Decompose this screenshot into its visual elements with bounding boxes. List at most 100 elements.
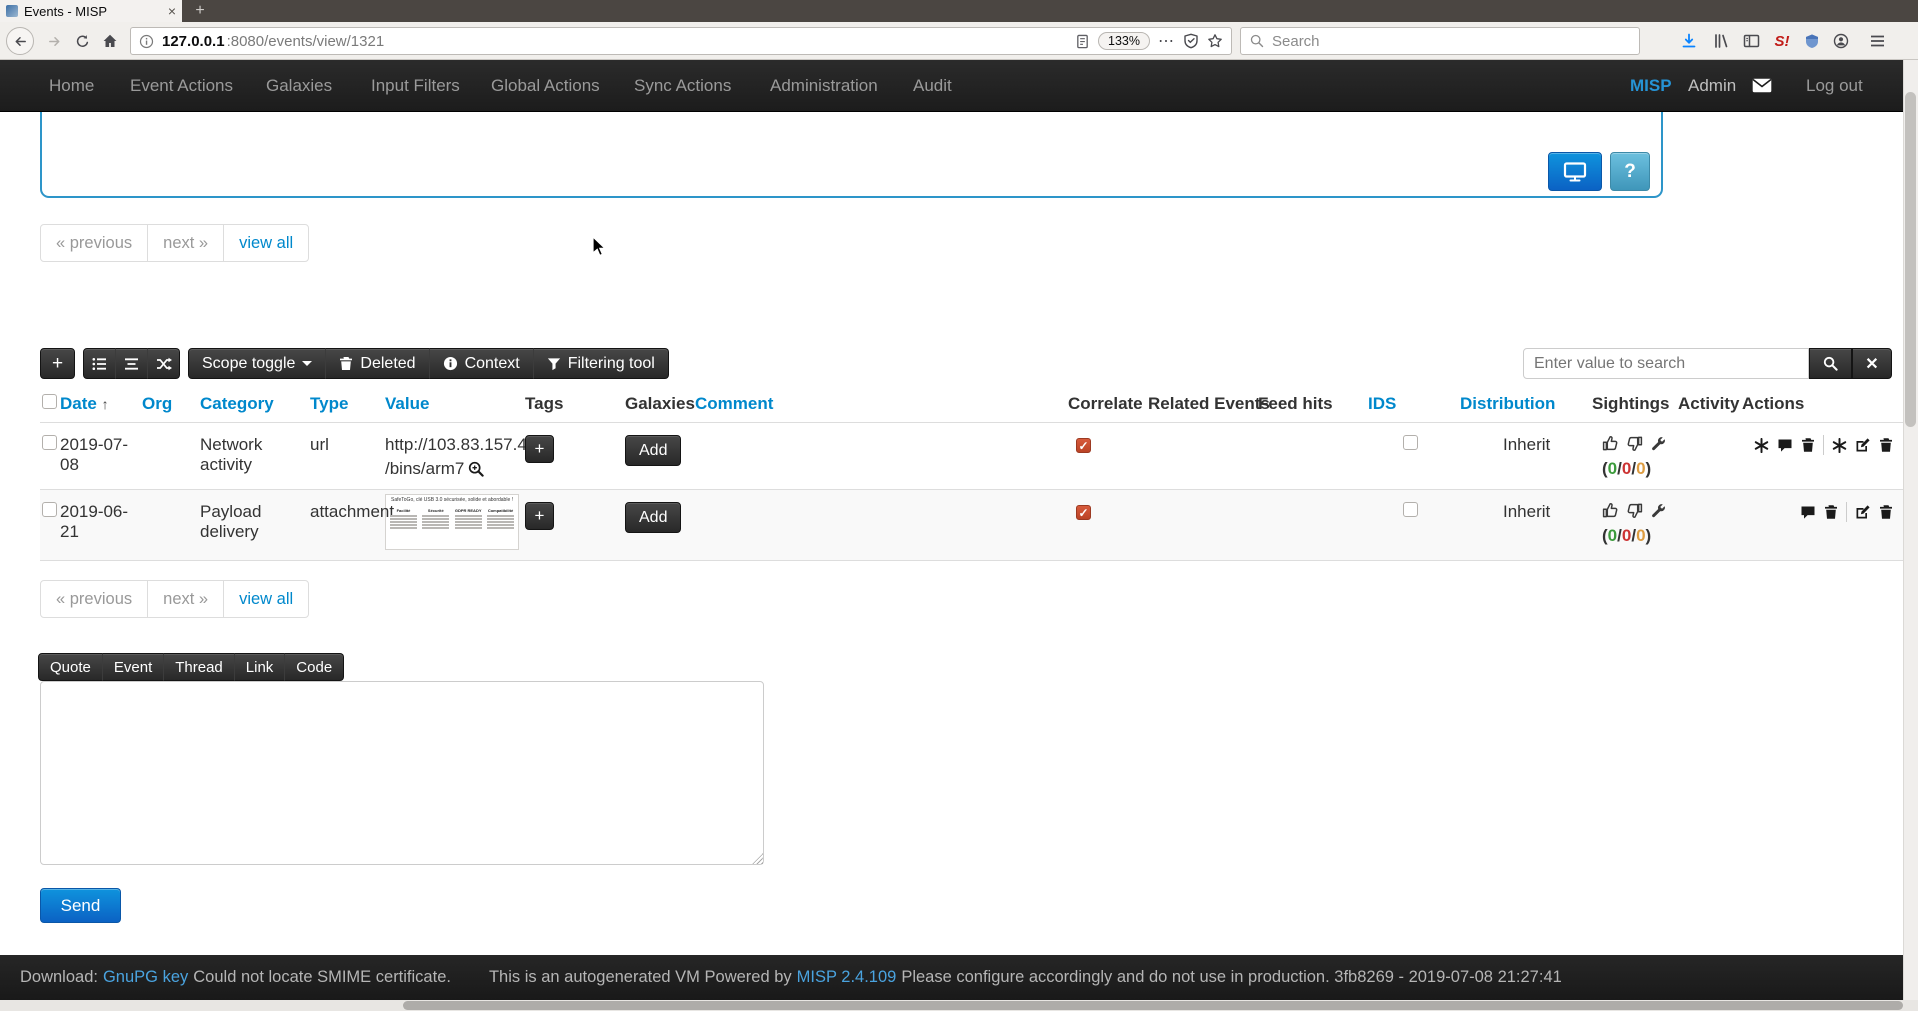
- site-info-icon[interactable]: [139, 34, 154, 49]
- trash-icon[interactable]: [1801, 437, 1815, 453]
- clear-search-button[interactable]: ✕: [1852, 348, 1892, 379]
- deleted-button[interactable]: Deleted: [325, 348, 429, 379]
- tab-close-icon[interactable]: ×: [168, 4, 176, 18]
- enrichment-asterisk-icon[interactable]: [1754, 438, 1769, 453]
- add-tag-button[interactable]: +: [525, 435, 554, 463]
- nav-input-filters[interactable]: Input Filters: [371, 60, 460, 112]
- url-bar[interactable]: 127.0.0.1:8080/events/view/1321 133% ⋯: [130, 27, 1232, 55]
- add-galaxy-button[interactable]: Add: [625, 502, 681, 533]
- account-icon[interactable]: [1830, 30, 1852, 52]
- discussion-icon[interactable]: [1777, 438, 1793, 453]
- nav-administration[interactable]: Administration: [770, 60, 878, 112]
- next-page-button[interactable]: next »: [147, 581, 223, 617]
- trash-icon[interactable]: [1879, 437, 1893, 453]
- view-all-button[interactable]: view all: [223, 225, 308, 261]
- list-view-button[interactable]: [83, 348, 116, 379]
- nav-galaxies[interactable]: Galaxies: [266, 60, 332, 112]
- asterisk-icon[interactable]: [1832, 438, 1847, 453]
- next-page-button[interactable]: next »: [147, 225, 223, 261]
- nav-sync-actions[interactable]: Sync Actions: [634, 60, 731, 112]
- reload-button[interactable]: [68, 27, 96, 55]
- sidebar-toggle-icon[interactable]: [1740, 30, 1762, 52]
- header-type[interactable]: Type: [310, 394, 348, 413]
- ids-checkbox[interactable]: [1403, 435, 1418, 450]
- reader-mode-icon[interactable]: [1075, 34, 1090, 49]
- discussion-icon[interactable]: [1800, 505, 1816, 520]
- extension-shield-icon[interactable]: [1801, 30, 1823, 52]
- forward-button[interactable]: [40, 27, 68, 55]
- header-org[interactable]: Org: [142, 394, 172, 413]
- thumbs-down-icon[interactable]: [1626, 435, 1643, 452]
- attachment-thumbnail[interactable]: SafeToGo, clé USB 3.0 sécurisée, solide …: [385, 494, 519, 550]
- header-ids[interactable]: IDS: [1368, 394, 1396, 413]
- help-button[interactable]: ?: [1610, 152, 1650, 191]
- horizontal-scrollbar-thumb[interactable]: [403, 1001, 1903, 1010]
- envelope-icon[interactable]: [1752, 78, 1772, 93]
- previous-page-button[interactable]: « previous: [41, 225, 147, 261]
- event-button[interactable]: Event: [102, 653, 164, 681]
- header-value[interactable]: Value: [385, 394, 429, 413]
- nav-audit[interactable]: Audit: [913, 60, 952, 112]
- previous-page-button[interactable]: « previous: [41, 581, 147, 617]
- add-attribute-button[interactable]: +: [40, 348, 75, 379]
- new-tab-button[interactable]: +: [187, 0, 213, 22]
- event-screen-button[interactable]: [1548, 152, 1602, 191]
- browser-search-box[interactable]: Search: [1240, 27, 1640, 55]
- misp-version-link[interactable]: MISP 2.4.109: [797, 968, 897, 987]
- browser-tab-active[interactable]: Events - MISP ×: [0, 0, 182, 22]
- header-date[interactable]: Date: [60, 394, 97, 413]
- trash-icon[interactable]: [1824, 504, 1838, 520]
- library-icon[interactable]: [1710, 30, 1732, 52]
- nav-home[interactable]: Home: [49, 60, 94, 112]
- back-button[interactable]: [6, 27, 34, 55]
- edit-icon[interactable]: [1855, 437, 1871, 453]
- home-button[interactable]: [96, 27, 124, 55]
- correlate-checkbox[interactable]: ✓: [1076, 505, 1091, 520]
- nav-global-actions[interactable]: Global Actions: [491, 60, 600, 112]
- page-actions-icon[interactable]: ⋯: [1158, 31, 1175, 51]
- nav-user[interactable]: Admin: [1688, 60, 1736, 112]
- attribute-search-input[interactable]: [1523, 348, 1809, 379]
- gnupg-key-link[interactable]: GnuPG key: [103, 968, 188, 987]
- nav-logout[interactable]: Log out: [1806, 60, 1863, 112]
- code-button[interactable]: Code: [284, 653, 344, 681]
- link-button[interactable]: Link: [234, 653, 286, 681]
- tracking-shield-icon[interactable]: [1183, 33, 1199, 49]
- row-checkbox[interactable]: [42, 435, 57, 450]
- edit-icon[interactable]: [1855, 504, 1871, 520]
- quote-button[interactable]: Quote: [38, 653, 103, 681]
- thumbs-up-icon[interactable]: [1602, 502, 1619, 519]
- discussion-message-input[interactable]: [40, 681, 764, 865]
- thumbs-up-icon[interactable]: [1602, 435, 1619, 452]
- vertical-scrollbar-thumb[interactable]: [1905, 92, 1916, 427]
- zoom-plus-icon[interactable]: [468, 461, 484, 477]
- thread-button[interactable]: Thread: [163, 653, 235, 681]
- menu-hamburger-icon[interactable]: [1866, 30, 1888, 52]
- zoom-level-badge[interactable]: 133%: [1098, 32, 1150, 50]
- context-button[interactable]: Context: [429, 348, 534, 379]
- view-all-button[interactable]: view all: [223, 581, 308, 617]
- select-all-checkbox[interactable]: [42, 394, 57, 409]
- extension-s-icon[interactable]: S!: [1771, 30, 1793, 52]
- header-category[interactable]: Category: [200, 394, 274, 413]
- ids-checkbox[interactable]: [1403, 502, 1418, 517]
- add-tag-button[interactable]: +: [525, 502, 554, 530]
- proposal-view-button[interactable]: [115, 348, 148, 379]
- textarea-resize-handle[interactable]: [752, 853, 763, 864]
- scope-toggle-button[interactable]: Scope toggle: [188, 348, 326, 379]
- wrench-icon[interactable]: [1650, 436, 1666, 452]
- shuffle-view-button[interactable]: [147, 348, 180, 379]
- wrench-icon[interactable]: [1650, 503, 1666, 519]
- trash-icon[interactable]: [1879, 504, 1893, 520]
- row-checkbox[interactable]: [42, 502, 57, 517]
- header-distribution[interactable]: Distribution: [1460, 394, 1555, 413]
- correlate-checkbox[interactable]: ✓: [1076, 438, 1091, 453]
- bookmark-star-icon[interactable]: [1207, 33, 1223, 49]
- downloads-icon[interactable]: [1678, 30, 1700, 52]
- attribute-search-button[interactable]: [1809, 348, 1852, 379]
- header-comment[interactable]: Comment: [695, 394, 773, 413]
- thumbs-down-icon[interactable]: [1626, 502, 1643, 519]
- nav-event-actions[interactable]: Event Actions: [130, 60, 233, 112]
- add-galaxy-button[interactable]: Add: [625, 435, 681, 466]
- filtering-tool-button[interactable]: Filtering tool: [533, 348, 669, 379]
